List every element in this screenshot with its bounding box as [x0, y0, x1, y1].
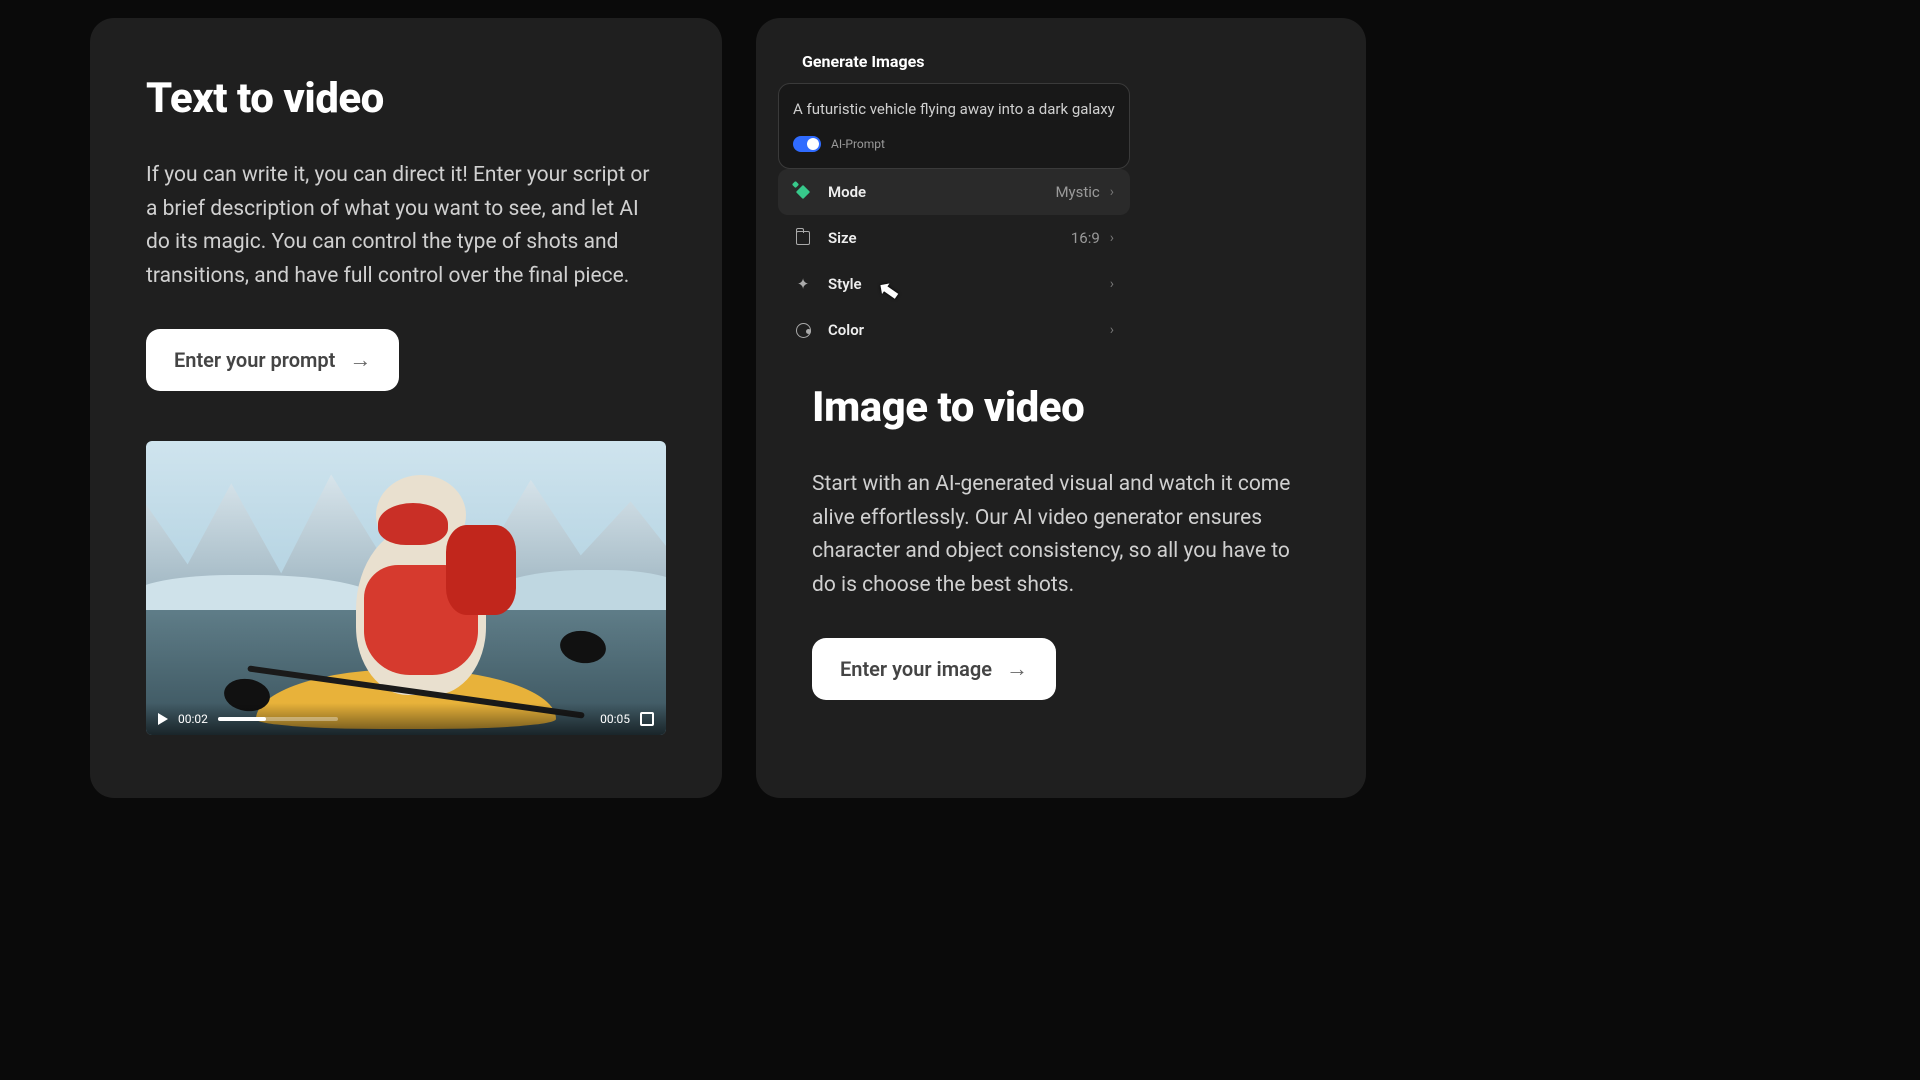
prompt-box[interactable]: A futuristic vehicle flying away into a … [778, 83, 1130, 169]
size-value: 16:9 [1071, 229, 1100, 247]
chevron-right-icon: › [1110, 230, 1114, 246]
enter-prompt-button[interactable]: Enter your prompt → [146, 329, 399, 391]
chevron-right-icon: › [1110, 322, 1114, 338]
video-seek-bar[interactable] [218, 717, 338, 721]
generate-images-heading: Generate Images [778, 36, 1130, 83]
mode-row[interactable]: Mode Mystic › [778, 169, 1130, 215]
color-label: Color [828, 321, 864, 339]
prompt-text: A futuristic vehicle flying away into a … [793, 100, 1115, 118]
text-to-video-description: If you can write it, you can direct it! … [146, 159, 666, 293]
text-to-video-title: Text to video [146, 74, 666, 123]
enter-prompt-label: Enter your prompt [174, 348, 335, 372]
color-row[interactable]: Color › [778, 307, 1130, 353]
style-row[interactable]: ✦ Style › [778, 261, 1130, 307]
ai-prompt-toggle-label: AI-Prompt [831, 137, 885, 151]
palette-icon [794, 321, 812, 339]
ai-prompt-toggle[interactable] [793, 136, 821, 152]
video-current-time: 00:02 [178, 712, 208, 726]
image-to-video-description: Start with an AI-generated visual and wa… [812, 468, 1310, 602]
video-controls: 00:02 00:05 [146, 703, 666, 735]
size-row[interactable]: Size 16:9 › [778, 215, 1130, 261]
wand-icon: ✦ [794, 275, 812, 293]
arrow-right-icon: → [349, 347, 371, 373]
mode-label: Mode [828, 183, 866, 201]
aspect-ratio-icon [794, 229, 812, 247]
arrow-right-icon: → [1006, 656, 1028, 682]
chevron-right-icon: › [1110, 184, 1114, 200]
chevron-right-icon: › [1110, 276, 1114, 292]
image-to-video-card: Generate Images A futuristic vehicle fly… [756, 18, 1366, 798]
enter-image-label: Enter your image [840, 657, 992, 681]
video-duration: 00:05 [600, 712, 630, 726]
video-preview[interactable]: 00:02 00:05 [146, 441, 666, 735]
enter-image-button[interactable]: Enter your image → [812, 638, 1056, 700]
fullscreen-icon[interactable] [640, 712, 654, 726]
video-thumbnail [146, 441, 666, 735]
play-icon[interactable] [158, 713, 168, 725]
generate-images-panel: Generate Images A futuristic vehicle fly… [778, 36, 1130, 353]
image-to-video-title: Image to video [812, 383, 1310, 432]
text-to-video-card: Text to video If you can write it, you c… [90, 18, 722, 798]
mode-value: Mystic [1055, 183, 1099, 201]
sparkle-icon [794, 183, 812, 201]
style-label: Style [828, 275, 862, 293]
size-label: Size [828, 229, 857, 247]
